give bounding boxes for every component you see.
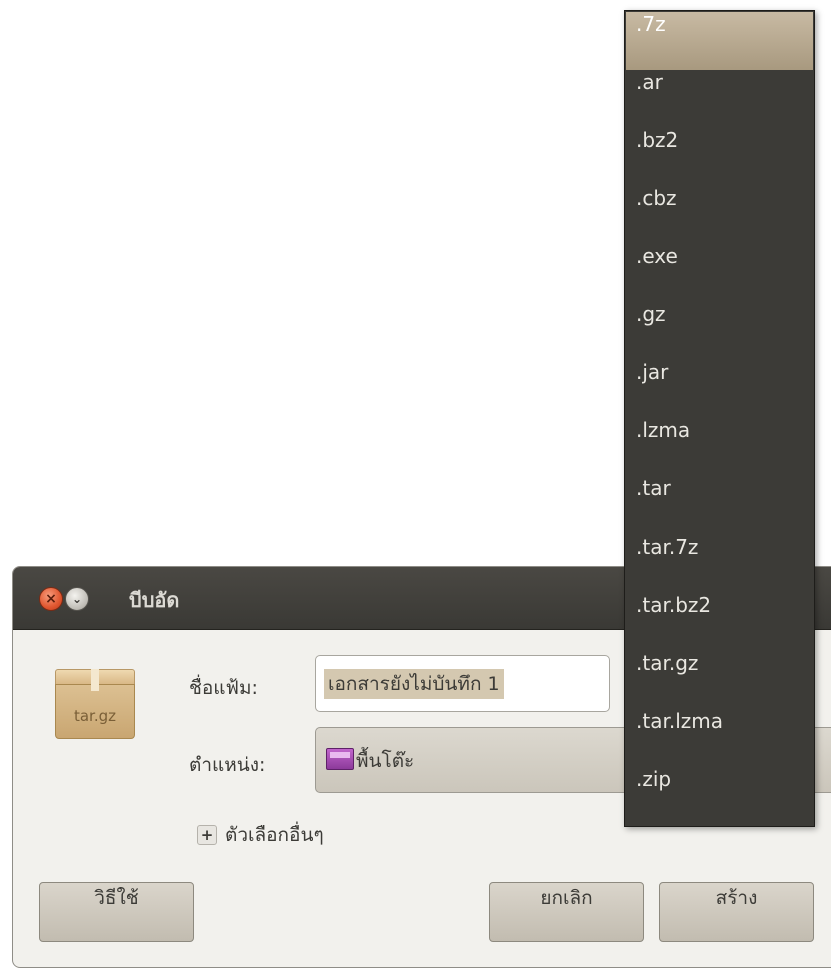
menu-item-7z[interactable]: .7z (626, 12, 813, 70)
filename-input[interactable]: เอกสารยังไม่บันทึก 1 (315, 655, 610, 712)
extension-dropdown-menu: .7z .ar .bz2 .cbz .exe .gz .jar .lzma .t… (624, 10, 815, 827)
menu-item-tar-gz[interactable]: .tar.gz (626, 651, 813, 709)
location-value: พื้นโต๊ะ (356, 750, 415, 772)
archive-type-label: tar.gz (73, 707, 117, 725)
menu-item-tar[interactable]: .tar (626, 476, 813, 534)
close-icon: × (45, 591, 57, 607)
menu-item-bz2[interactable]: .bz2 (626, 128, 813, 186)
window-menu-button[interactable]: ⌄ (65, 587, 89, 611)
menu-item-gz[interactable]: .gz (626, 302, 813, 360)
menu-item-tar-7z[interactable]: .tar.7z (626, 535, 813, 593)
filename-value: เอกสารยังไม่บันทึก 1 (324, 669, 504, 699)
cancel-button[interactable]: ยกเลิก (489, 882, 644, 942)
menu-item-lzma[interactable]: .lzma (626, 418, 813, 476)
chevron-down-icon: ⌄ (71, 592, 83, 606)
desktop-folder-icon (326, 748, 354, 770)
location-label: ตำแหน่ง: (189, 754, 266, 776)
menu-item-zip[interactable]: .zip (626, 767, 813, 825)
menu-item-tar-bz2[interactable]: .tar.bz2 (626, 593, 813, 651)
help-button[interactable]: วิธีใช้ (39, 882, 194, 942)
more-options-expander[interactable]: + ตัวเลือกอื่นๆ (197, 822, 324, 848)
window-title: บีบอัด (129, 588, 180, 612)
menu-item-ar[interactable]: .ar (626, 70, 813, 128)
archive-box-icon: tar.gz (55, 669, 135, 739)
plus-icon: + (197, 825, 217, 845)
more-options-label: ตัวเลือกอื่นๆ (225, 824, 324, 846)
create-button[interactable]: สร้าง (659, 882, 814, 942)
menu-item-tar-lzma[interactable]: .tar.lzma (626, 709, 813, 767)
menu-item-jar[interactable]: .jar (626, 360, 813, 418)
close-button[interactable]: × (39, 587, 63, 611)
filename-label: ชื่อแฟ้ม: (189, 677, 258, 699)
menu-item-cbz[interactable]: .cbz (626, 186, 813, 244)
menu-item-exe[interactable]: .exe (626, 244, 813, 302)
